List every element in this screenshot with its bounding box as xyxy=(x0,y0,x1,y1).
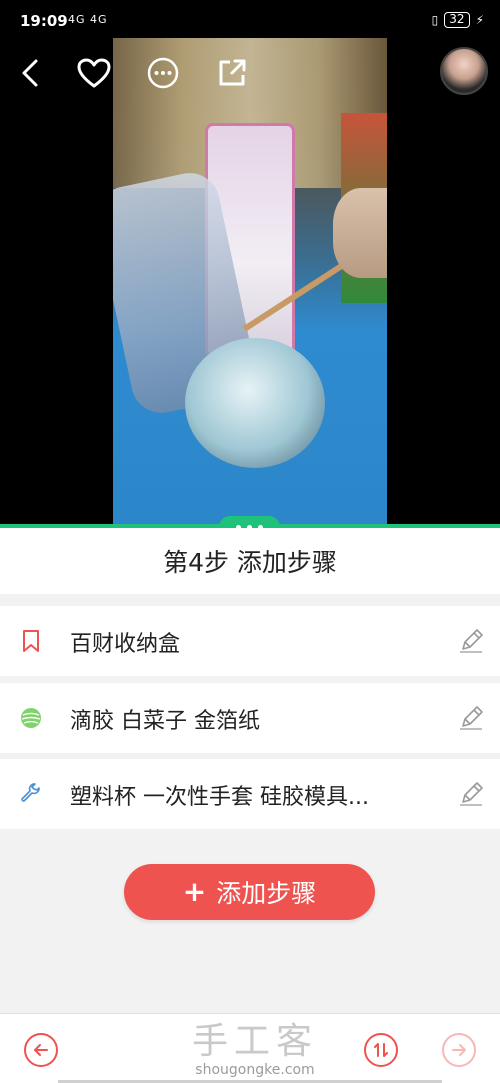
status-right: ▯ 32 ⚡ xyxy=(432,12,484,28)
site-logo: 手工客 shougongke.com xyxy=(185,1021,325,1079)
logo-text-en: shougongke.com xyxy=(195,1062,315,1078)
photo-hand xyxy=(333,188,387,278)
edit-icon[interactable] xyxy=(456,779,486,809)
status-network: 4G 4G xyxy=(68,13,108,26)
photo-mold xyxy=(185,338,325,468)
row-title-text: 百财收纳盒 xyxy=(70,632,181,657)
vibrate-icon: ▯ xyxy=(431,13,439,27)
edit-icon[interactable] xyxy=(456,626,486,656)
add-step-label: 添加步骤 xyxy=(216,879,317,908)
plus-icon: + xyxy=(182,875,207,908)
next-step-button[interactable] xyxy=(442,1033,476,1067)
heart-icon[interactable] xyxy=(76,55,112,91)
step-title: 第4步 添加步骤 xyxy=(0,528,500,594)
avatar[interactable] xyxy=(440,47,488,95)
status-bar: 19:09 4G 4G ▯ 32 ⚡ xyxy=(0,0,500,40)
more-icon[interactable] xyxy=(145,55,181,91)
logo-text-cn: 手工客 xyxy=(191,1021,318,1062)
row-materials-text: 滴胶 白菜子 金箔纸 xyxy=(70,709,260,734)
back-icon[interactable] xyxy=(12,55,48,91)
charging-icon: ⚡ xyxy=(475,13,484,27)
header-actions xyxy=(0,55,500,95)
status-time: 19:09 xyxy=(20,12,68,30)
row-tools[interactable]: 塑料杯 一次性手套 硅胶模具... xyxy=(0,759,500,829)
row-materials[interactable]: 滴胶 白菜子 金箔纸 xyxy=(0,683,500,753)
share-icon[interactable] xyxy=(214,55,250,91)
row-tools-text: 塑料杯 一次性手套 硅胶模具... xyxy=(70,785,369,810)
step-photo[interactable] xyxy=(113,38,387,527)
row-title[interactable]: 百财收纳盒 xyxy=(0,606,500,676)
add-step-button[interactable]: + 添加步骤 xyxy=(124,864,375,920)
bookmark-icon xyxy=(18,628,44,654)
wrench-icon xyxy=(18,781,44,807)
edit-icon[interactable] xyxy=(456,703,486,733)
yarn-ball-icon xyxy=(18,705,44,731)
battery-icon: 32 xyxy=(444,12,470,28)
reorder-button[interactable] xyxy=(364,1033,398,1067)
bottom-bar: 手工客 shougongke.com xyxy=(0,1013,500,1083)
prev-step-button[interactable] xyxy=(24,1033,58,1067)
